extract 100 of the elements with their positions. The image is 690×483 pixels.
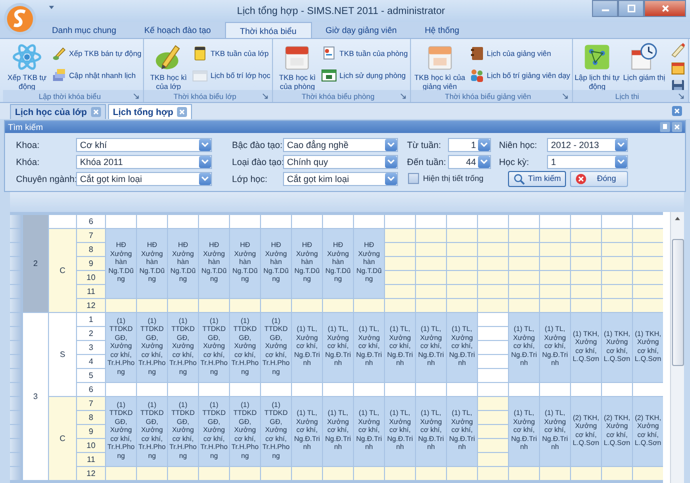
row-header[interactable] [10, 285, 22, 298]
period-cell: 7 [77, 229, 105, 242]
scrollbar[interactable] [670, 212, 684, 483]
dropdown-button[interactable] [199, 156, 211, 168]
empty-cell [478, 355, 508, 368]
ribbon-tab[interactable]: Kế hoạch đào tạo [130, 22, 225, 38]
dropdown-button[interactable] [478, 156, 490, 168]
launcher-icon[interactable] [400, 92, 407, 100]
period-cell: 5 [77, 369, 105, 382]
ribbon-tab[interactable]: Thời khóa biểu [224, 22, 312, 38]
empty-cell [478, 397, 508, 410]
empty-cell [478, 369, 508, 382]
period-cell: 2 [77, 327, 105, 340]
panel-title: Tìm kiếm [8, 122, 44, 132]
empty-cell [478, 425, 508, 438]
chevron-down-icon [201, 176, 209, 182]
close-icon[interactable] [177, 107, 188, 117]
dropdown-field[interactable]: Cơ khí [76, 138, 212, 152]
row-header[interactable] [10, 355, 22, 368]
empty-cell [478, 439, 508, 452]
ribbon-tab[interactable]: Giờ dạy giảng viên [312, 22, 411, 38]
dropdown-field[interactable]: 1 [547, 154, 628, 168]
row-header[interactable] [10, 243, 22, 256]
dropdown-button[interactable] [199, 172, 211, 184]
row-header[interactable] [10, 425, 22, 438]
row-header[interactable] [10, 257, 22, 270]
field-label: Học kỳ: [498, 156, 530, 166]
launcher-icon[interactable] [133, 92, 140, 100]
launcher-icon[interactable] [262, 92, 270, 100]
ribbon-tab[interactable]: Hệ thống [410, 22, 474, 38]
row-header[interactable] [10, 215, 22, 228]
close-icon[interactable] [672, 122, 682, 132]
pencil-icon [670, 42, 686, 58]
dropdown-field[interactable]: 44 [448, 154, 491, 168]
launcher-icon[interactable] [562, 92, 570, 100]
quick-access-caret-icon[interactable] [48, 5, 55, 10]
maximize-button[interactable] [618, 0, 644, 17]
dropdown-field[interactable]: 1 [448, 138, 491, 152]
checkbox[interactable]: Hiện thị tiết trống [398, 173, 491, 184]
close-icon[interactable] [672, 106, 682, 116]
document-tab[interactable]: Lịch tổng hợp [108, 104, 192, 119]
pin-icon[interactable] [660, 122, 670, 132]
row-header[interactable] [10, 397, 22, 410]
period-cell: 12 [77, 467, 105, 480]
scrollbar-thumb[interactable] [672, 239, 684, 366]
dropdown-field[interactable]: Cắt gọt kim loại [283, 172, 398, 186]
field-label: Chuyên ngành: [16, 174, 76, 184]
period-cell: 10 [77, 439, 105, 452]
period-cell: 6 [77, 215, 105, 228]
empty-cell [478, 313, 508, 326]
minimize-button[interactable] [592, 0, 618, 17]
field-label: Bậc đào tạo: [231, 140, 283, 150]
dropdown-field[interactable]: Chính quy [283, 154, 398, 168]
period-cell: 7 [77, 397, 105, 410]
search-button[interactable]: Tìm kiếm [508, 170, 566, 186]
close-button[interactable]: Đóng [570, 170, 628, 186]
window-title: Lịch tổng hợp - SIMS.NET 2011 - administrator [237, 6, 445, 16]
row-header[interactable] [10, 229, 22, 242]
dropdown-field[interactable]: Cắt gọt kim loại [76, 172, 212, 186]
chevron-down-icon [480, 142, 488, 148]
row-header[interactable] [10, 453, 22, 466]
field-label: Khóa: [16, 156, 41, 166]
chevron-down-icon [387, 142, 395, 148]
row-header[interactable] [10, 341, 22, 354]
document-tab[interactable]: Lịch học của lớp [10, 104, 106, 119]
dropdown-button[interactable] [615, 138, 627, 150]
dropdown-field[interactable]: Khóa 2011 [76, 154, 212, 168]
row-header[interactable] [10, 467, 22, 480]
empty-cell [478, 327, 508, 340]
dropdown-field[interactable]: Cao đẳng nghề [283, 138, 398, 152]
document-icon [321, 45, 338, 61]
dropdown-button[interactable] [615, 156, 627, 168]
period-cell: 10 [77, 271, 105, 284]
close-icon[interactable] [90, 107, 101, 117]
launcher-icon[interactable] [678, 92, 686, 100]
dropdown-button[interactable] [199, 138, 211, 150]
row-header[interactable] [10, 271, 22, 284]
row-header[interactable] [10, 439, 22, 452]
row-header[interactable] [10, 383, 22, 396]
field-label: Lớp học: [231, 174, 268, 184]
ribbon-tab[interactable]: Danh mục chung [38, 22, 130, 38]
stack-icon [51, 67, 67, 83]
row-header[interactable] [10, 369, 22, 382]
dropdown-button[interactable] [385, 156, 397, 168]
dropdown-button[interactable] [478, 138, 490, 150]
empty-cell [478, 411, 508, 424]
row-header[interactable] [10, 327, 22, 340]
dropdown-button[interactable] [385, 172, 397, 184]
dropdown-button[interactable] [385, 138, 397, 150]
row-header[interactable] [10, 299, 22, 312]
empty-cell [478, 341, 508, 354]
close-icon [660, 4, 670, 13]
dropdown-field[interactable]: 2012 - 2013 [547, 138, 628, 152]
row-header[interactable] [10, 313, 22, 326]
period-cell: 11 [77, 453, 105, 466]
maximize-icon [626, 4, 636, 13]
close-button[interactable] [644, 0, 686, 17]
row-header[interactable] [10, 411, 22, 424]
scroll-up-icon[interactable] [674, 216, 681, 221]
chevron-down-icon [201, 158, 209, 164]
